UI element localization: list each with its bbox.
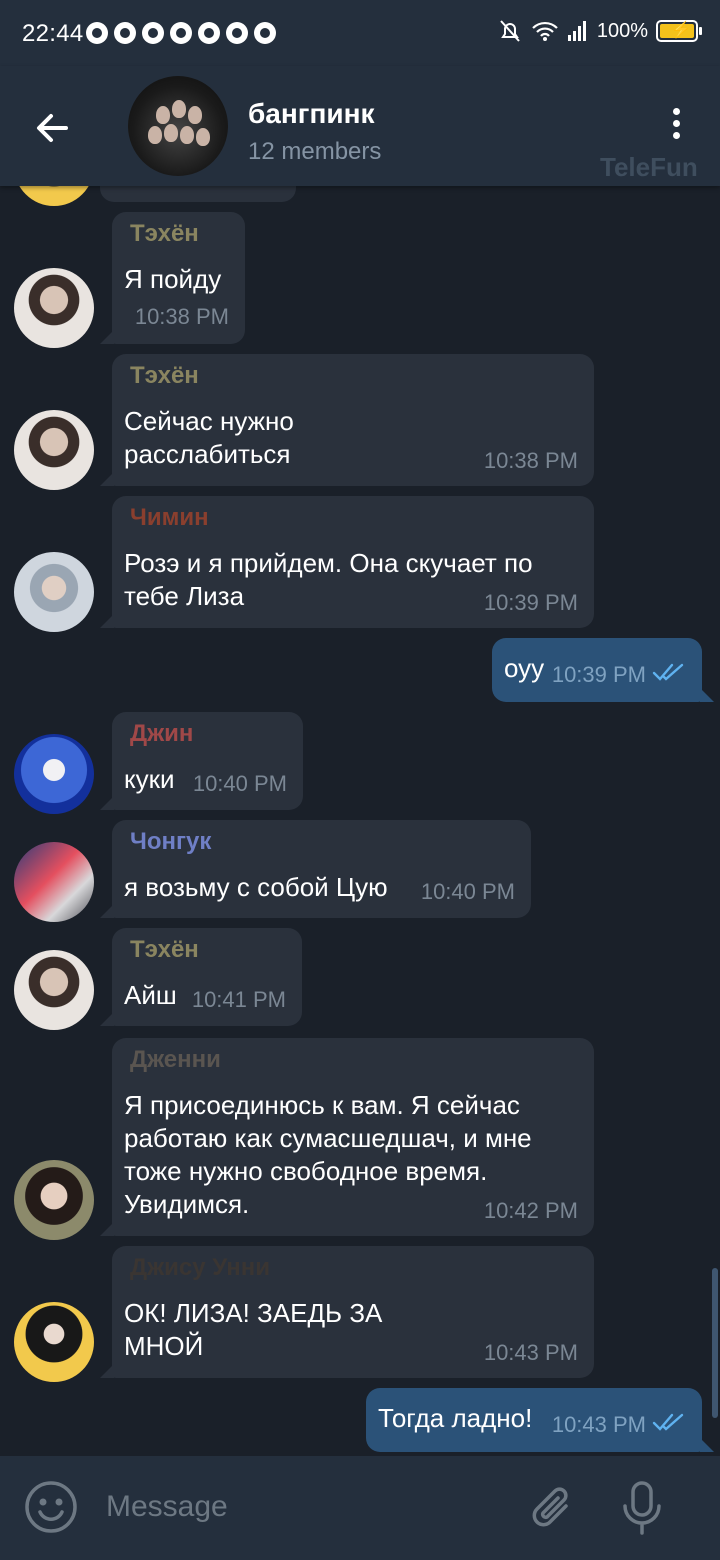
message-text: Тогда ладно! [378, 1403, 533, 1433]
avatar[interactable] [14, 734, 94, 814]
chat-title[interactable]: бангпинк [248, 98, 375, 130]
chrome-icon [170, 22, 192, 44]
message-bubble[interactable]: Тэхён Сейчас нужно расслабиться 10:38 PM [100, 354, 594, 486]
avatar[interactable] [14, 552, 94, 632]
message-time: 10:42 PM [483, 1198, 578, 1223]
message-text: я возьму с собой Цую [124, 872, 388, 902]
battery-icon: ⚡ [656, 20, 702, 42]
back-arrow-icon[interactable] [30, 106, 74, 150]
message-time: 10:40 PM [192, 771, 287, 796]
message-bubble[interactable]: Дженни Я присоединюсь к вам. Я сейчас ра… [100, 1038, 594, 1236]
message-text: Я присоединюсь к вам. Я сейчас работаю к… [124, 1090, 532, 1219]
message-input-bar: Message [0, 1456, 720, 1560]
message-bubble[interactable]: Джису Унни ОК! ЛИЗА! ЗАЕДЬ ЗА МНОЙ 10:43… [100, 1246, 594, 1378]
message-time: 10:43 PM [483, 1340, 578, 1365]
emoji-icon[interactable] [24, 1480, 78, 1534]
chrome-icon [226, 22, 248, 44]
message-input[interactable]: Message [106, 1490, 228, 1524]
signal-icon [567, 21, 586, 41]
battery-percent: 100% [596, 19, 648, 42]
avatar[interactable] [14, 268, 94, 348]
watermark: TeleFun [600, 152, 698, 182]
message-text: Айш [124, 980, 177, 1010]
message-bubble-partial[interactable] [100, 186, 296, 202]
message-text: Розэ и я прийдем. Она скучает по тебе Ли… [124, 548, 533, 611]
avatar[interactable] [14, 186, 94, 206]
chrome-icon [198, 22, 220, 44]
message-bubble-outgoing[interactable]: Тогда ладно! 10:43 PM [366, 1388, 714, 1452]
message-time: 10:39 PM [551, 662, 646, 687]
message-sender: Тэхён [130, 362, 199, 389]
message-bubble[interactable]: Чимин Розэ и я прийдем. Она скучает по т… [100, 496, 594, 628]
read-checkmarks-icon [652, 1413, 684, 1431]
message-bubble[interactable]: Тэхён Я пойду 10:38 PM [100, 212, 245, 344]
avatar[interactable] [14, 1302, 94, 1382]
message-time: 10:38 PM [483, 448, 578, 473]
chrome-icon [142, 22, 164, 44]
message-sender: Тэхён [130, 220, 199, 247]
member-count[interactable]: 12 members [248, 138, 381, 166]
message-list[interactable]: Тэхён Я пойду 10:38 PM Тэхён Сейчас нужн… [0, 186, 720, 1456]
message-sender: Джису Унни [130, 1254, 270, 1281]
message-time: 10:43 PM [551, 1412, 646, 1437]
message-time: 10:41 PM [191, 987, 286, 1012]
mute-bell-icon [500, 20, 520, 42]
status-time: 22:44 [22, 20, 84, 47]
avatar[interactable] [14, 1160, 94, 1240]
message-bubble-outgoing[interactable]: оуу 10:39 PM [492, 638, 714, 702]
message-sender: Чимин [130, 504, 209, 531]
message-time: 10:39 PM [483, 590, 578, 615]
read-checkmarks-icon [652, 663, 684, 681]
microphone-icon[interactable] [620, 1480, 664, 1536]
message-text: Сейчас нужно расслабиться [124, 406, 294, 469]
avatar[interactable] [14, 410, 94, 490]
chrome-icon [254, 22, 276, 44]
scrollbar[interactable] [712, 1268, 718, 1418]
attach-icon[interactable] [526, 1482, 578, 1534]
message-text: оуу [504, 653, 545, 683]
message-time: 10:38 PM [134, 304, 229, 329]
group-avatar[interactable] [128, 76, 228, 176]
status-right: 100% ⚡ [497, 18, 702, 44]
message-text: куки [124, 764, 175, 794]
chrome-icon [114, 22, 136, 44]
notification-icons [86, 22, 276, 44]
avatar[interactable] [14, 950, 94, 1030]
message-text: ОК! ЛИЗА! ЗАЕДЬ ЗА МНОЙ [124, 1298, 383, 1361]
message-time: 10:40 PM [420, 879, 515, 904]
message-bubble[interactable]: Тэхён Айш 10:41 PM [100, 928, 302, 1026]
message-sender: Чонгук [130, 828, 212, 855]
chat-header: бангпинк 12 members TeleFun [0, 66, 720, 186]
avatar[interactable] [14, 842, 94, 922]
message-sender: Дженни [130, 1046, 221, 1073]
messenger-icon [86, 22, 108, 44]
message-text: Я пойду [124, 264, 222, 294]
wifi-icon [532, 21, 558, 41]
more-menu-icon[interactable] [664, 108, 688, 148]
message-sender: Джин [130, 720, 194, 747]
message-bubble[interactable]: Чонгук я возьму с собой Цую 10:40 PM [100, 820, 531, 918]
message-bubble[interactable]: Джин куки 10:40 PM [100, 712, 303, 810]
message-sender: Тэхён [130, 936, 199, 963]
status-bar: 22:44 100% ⚡ [0, 0, 720, 66]
